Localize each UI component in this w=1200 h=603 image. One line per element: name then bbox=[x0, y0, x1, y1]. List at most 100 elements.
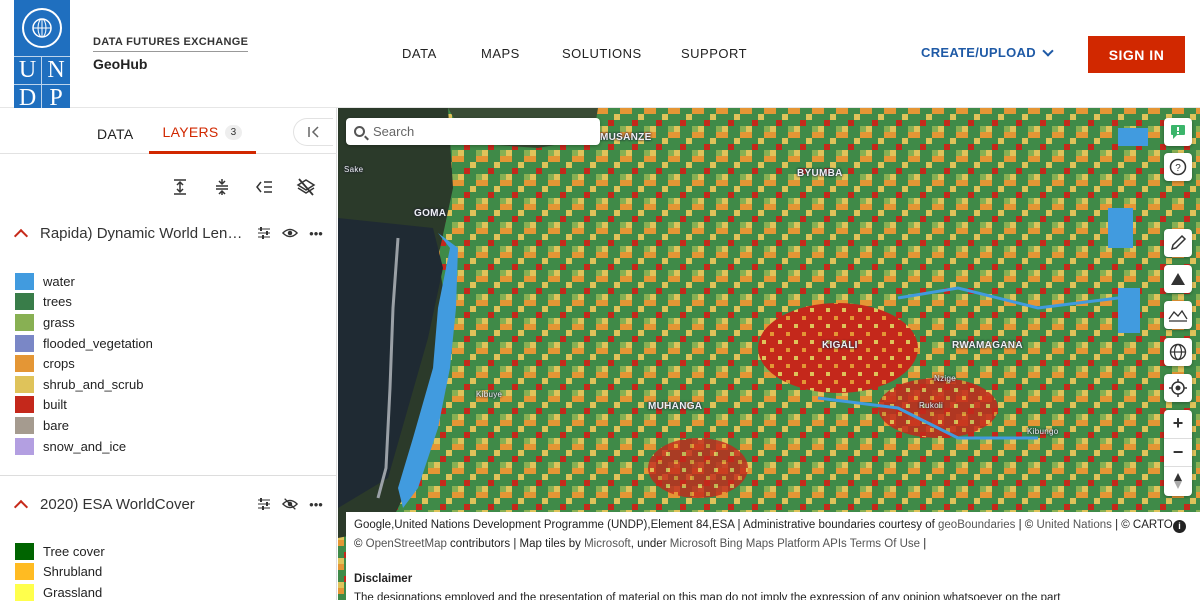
search-icon bbox=[354, 126, 365, 137]
info-icon[interactable]: i bbox=[1173, 520, 1186, 533]
microsoft-link[interactable]: Microsoft bbox=[584, 538, 631, 550]
legend-label: Grassland bbox=[43, 584, 103, 600]
logo-letter: U bbox=[14, 56, 42, 84]
locate-icon bbox=[1169, 379, 1187, 397]
nav-maps[interactable]: MAPS bbox=[481, 46, 520, 61]
layer-legend: water trees grass flooded_vegetation cro… bbox=[15, 271, 153, 456]
layer-settings-icon[interactable] bbox=[256, 225, 272, 241]
collapse-sidebar-button[interactable] bbox=[293, 118, 333, 146]
feedback-button[interactable] bbox=[1164, 118, 1192, 146]
zoom-in-button[interactable]: + bbox=[1164, 410, 1192, 439]
attribution-line-1: Google,United Nations Development Progra… bbox=[354, 516, 1190, 535]
list-reorder-icon[interactable] bbox=[254, 176, 274, 198]
layer-header[interactable]: 2020) ESA WorldCover ••• bbox=[12, 492, 332, 516]
place-label: Nzige bbox=[934, 374, 956, 383]
chevron-up-icon[interactable] bbox=[13, 228, 29, 244]
legend-label: crops bbox=[43, 356, 75, 372]
logo-letter: N bbox=[42, 56, 70, 84]
chevron-up-icon[interactable] bbox=[13, 499, 29, 515]
openstreetmap-link[interactable]: OpenStreetMap bbox=[366, 538, 447, 550]
more-options-icon[interactable]: ••• bbox=[308, 225, 324, 241]
layer-tools bbox=[170, 176, 316, 198]
globe-icon bbox=[1169, 343, 1187, 361]
attribution-text: contributors | Map tiles by bbox=[446, 538, 585, 550]
place-label: Kibungo bbox=[1027, 427, 1059, 436]
legend-label: flooded_vegetation bbox=[43, 335, 153, 351]
legend-label: grass bbox=[43, 314, 75, 330]
legend-label: built bbox=[43, 397, 67, 413]
legend-item: Shrubland bbox=[15, 562, 105, 583]
layer-legend: Tree cover Shrubland Grassland bbox=[15, 541, 105, 603]
legend-swatch bbox=[15, 272, 34, 290]
legend-item: built bbox=[15, 395, 153, 416]
draw-button[interactable] bbox=[1164, 229, 1192, 257]
legend-swatch bbox=[15, 355, 34, 373]
place-label: KIGALI bbox=[822, 340, 858, 351]
remove-layers-icon[interactable] bbox=[296, 176, 316, 198]
tab-layers-label: LAYERS bbox=[162, 124, 219, 140]
hillshade-icon bbox=[1168, 309, 1188, 322]
map-attribution: i Google,United Nations Development Prog… bbox=[346, 512, 1200, 600]
legend-label: trees bbox=[43, 294, 72, 310]
legend-item: water bbox=[15, 271, 153, 292]
legend-swatch bbox=[15, 293, 34, 311]
layer-settings-icon[interactable] bbox=[256, 496, 272, 512]
collapse-all-icon[interactable] bbox=[212, 176, 232, 198]
place-label: MUHANGA bbox=[648, 401, 703, 412]
eye-icon[interactable] bbox=[282, 225, 298, 241]
disclaimer-title: Disclaimer bbox=[354, 573, 413, 585]
legend-item: Tree cover bbox=[15, 541, 105, 562]
expand-all-icon[interactable] bbox=[170, 176, 190, 198]
brand-subtitle[interactable]: DATA FUTURES EXCHANGE bbox=[93, 36, 249, 52]
map-canvas[interactable]: MUSANZE BYUMBA GOMA Sake KIGALI RWAMAGAN… bbox=[338, 108, 1200, 600]
sign-in-button[interactable]: SIGN IN bbox=[1088, 36, 1185, 73]
brand-name[interactable]: GeoHub bbox=[93, 56, 147, 72]
create-upload-label: CREATE/UPLOAD bbox=[921, 45, 1036, 60]
create-upload-menu[interactable]: CREATE/UPLOAD bbox=[921, 44, 1054, 60]
terrain-button[interactable] bbox=[1164, 265, 1192, 293]
map-search[interactable]: Search bbox=[346, 118, 600, 145]
united-nations-link[interactable]: United Nations bbox=[1036, 519, 1111, 531]
locate-button[interactable] bbox=[1164, 374, 1192, 402]
legend-swatch bbox=[15, 313, 34, 331]
zoom-out-button[interactable]: − bbox=[1164, 439, 1192, 468]
search-input[interactable]: Search bbox=[373, 124, 414, 139]
globe-button[interactable] bbox=[1164, 338, 1192, 366]
elevation-button[interactable] bbox=[1164, 301, 1192, 329]
sidebar-tabs: DATA LAYERS 3 bbox=[0, 108, 337, 154]
geoboundaries-link[interactable]: geoBoundaries bbox=[938, 519, 1015, 531]
chat-icon bbox=[1171, 125, 1185, 139]
zoom-controls: + − bbox=[1164, 410, 1192, 496]
compass-button[interactable] bbox=[1164, 467, 1192, 496]
legend-swatch bbox=[15, 437, 34, 455]
legend-swatch bbox=[15, 375, 34, 393]
eye-off-icon[interactable] bbox=[282, 496, 298, 512]
nav-support[interactable]: SUPPORT bbox=[681, 46, 747, 61]
layer-title: 2020) ESA WorldCover bbox=[40, 495, 195, 513]
tab-data[interactable]: DATA bbox=[97, 126, 133, 142]
legend-swatch bbox=[15, 563, 34, 581]
attribution-text: © bbox=[354, 538, 366, 550]
collapse-left-icon bbox=[307, 126, 319, 138]
nav-data[interactable]: DATA bbox=[402, 46, 437, 61]
place-label: RWAMAGANA bbox=[952, 340, 1023, 351]
place-label: Sake bbox=[344, 165, 364, 174]
compass-icon bbox=[1174, 473, 1182, 490]
more-options-icon[interactable]: ••• bbox=[308, 496, 324, 512]
help-icon: ? bbox=[1169, 158, 1187, 176]
nav-solutions[interactable]: SOLUTIONS bbox=[562, 46, 642, 61]
place-label: MUSANZE bbox=[600, 132, 652, 143]
place-label: BYUMBA bbox=[797, 168, 843, 179]
legend-swatch bbox=[15, 416, 34, 434]
layer-header[interactable]: Rapida) Dynamic World Lend ... ••• bbox=[12, 221, 332, 245]
layers-count-badge: 3 bbox=[224, 124, 243, 140]
legend-label: Shrubland bbox=[43, 564, 103, 580]
legend-item: bare bbox=[15, 415, 153, 436]
legend-swatch bbox=[15, 334, 34, 352]
attribution-text: | bbox=[920, 538, 927, 550]
place-label: Rukoli bbox=[919, 401, 944, 410]
help-button[interactable]: ? bbox=[1164, 153, 1192, 181]
bing-terms-link[interactable]: Microsoft Bing Maps Platform APIs Terms … bbox=[670, 538, 920, 550]
undp-logo[interactable]: U N D P bbox=[14, 0, 70, 114]
tab-layers[interactable]: LAYERS 3 bbox=[149, 108, 256, 154]
